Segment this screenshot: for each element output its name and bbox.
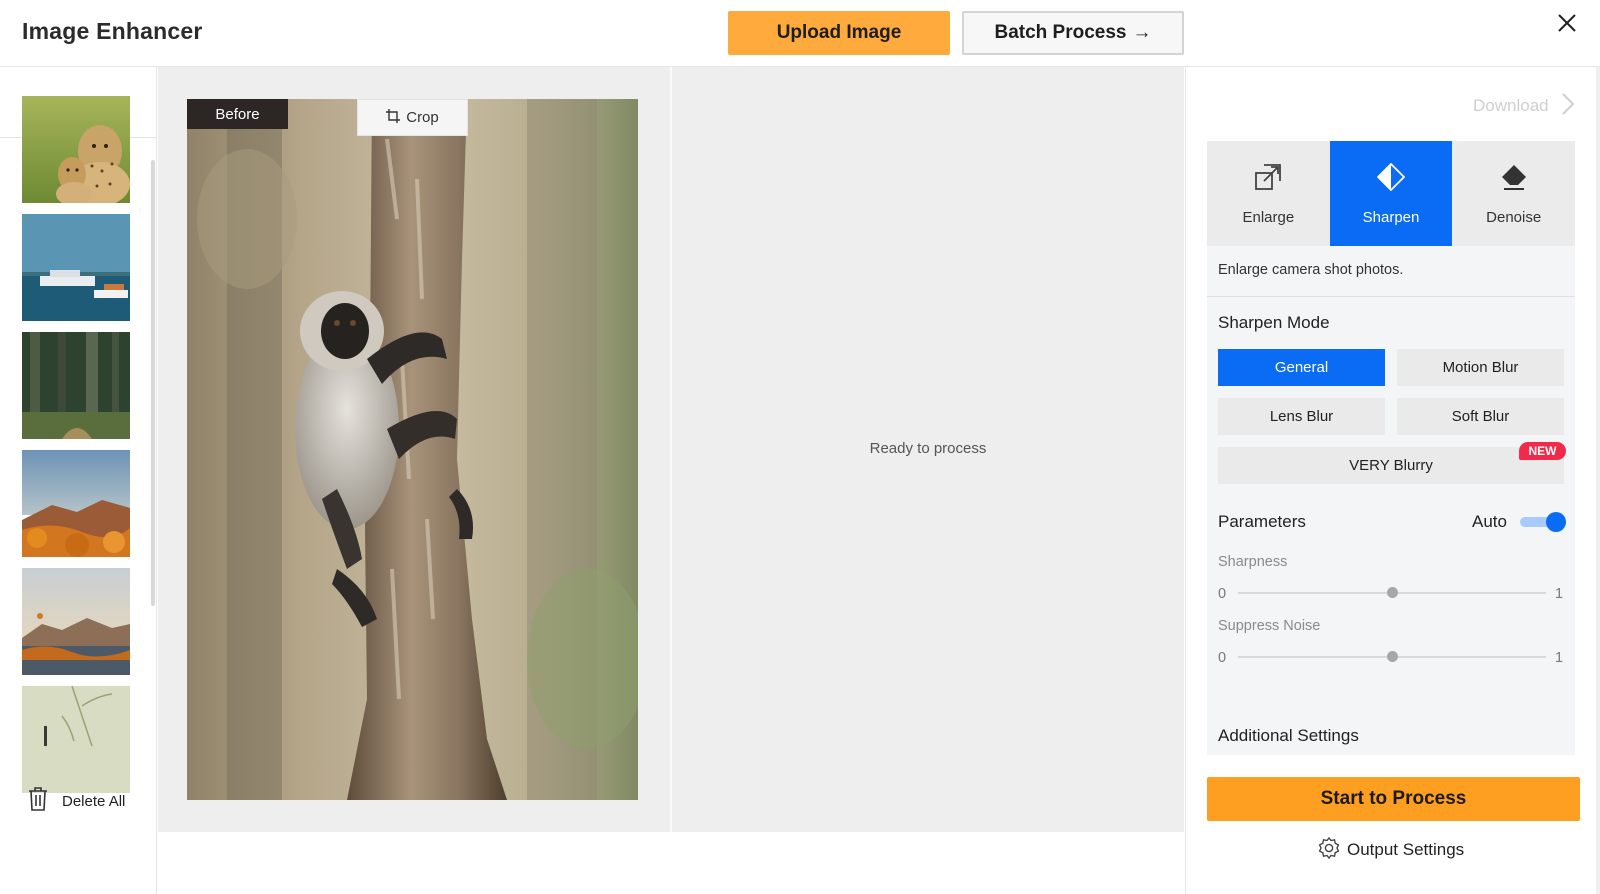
suppress-noise-label: Suppress Noise: [1218, 618, 1321, 634]
gear-icon: [1317, 836, 1341, 865]
tool-description: Enlarge camera shot photos.: [1218, 262, 1404, 278]
app-title: Image Enhancer: [22, 18, 203, 44]
history-thumbnail-desert[interactable]: [22, 450, 130, 557]
upload-image-button[interactable]: Upload Image: [728, 11, 950, 55]
sharpen-mode-title: Sharpen Mode: [1218, 313, 1330, 332]
chevron-right-icon: [1561, 92, 1575, 121]
sharpness-label: Sharpness: [1218, 554, 1288, 570]
batch-process-label: Batch Process: [994, 22, 1127, 43]
denoise-icon: [1500, 163, 1528, 195]
new-badge: NEW: [1519, 442, 1566, 460]
tab-denoise[interactable]: Denoise: [1452, 141, 1576, 246]
auto-label: Auto: [1472, 512, 1507, 531]
start-to-process-button[interactable]: Start to Process: [1207, 777, 1580, 821]
tab-sharpen-label: Sharpen: [1362, 209, 1420, 226]
history-thumbnail-forest[interactable]: [22, 332, 130, 439]
batch-process-button[interactable]: Batch Process →: [962, 11, 1184, 55]
sharpness-max: 1: [1555, 586, 1564, 602]
sharpen-icon: [1376, 162, 1406, 195]
suppress-noise-slider-thumb[interactable]: [1386, 651, 1398, 662]
history-thumbnail-cheetahs[interactable]: [22, 96, 130, 203]
tab-sharpen[interactable]: Sharpen: [1329, 141, 1453, 246]
parameters-title: Parameters: [1218, 512, 1306, 531]
arrow-right-icon: →: [1132, 22, 1152, 43]
suppress-noise-slider[interactable]: [1238, 650, 1546, 664]
additional-settings-title[interactable]: Additional Settings: [1218, 726, 1359, 746]
history-scrollbar[interactable]: [151, 160, 155, 606]
image-enhancer-app: Image Enhancer Upload Image Batch Proces…: [0, 0, 1600, 894]
trash-icon: [26, 786, 50, 816]
crop-label: Crop: [406, 109, 439, 126]
history-thumbnail-harbor[interactable]: [22, 214, 130, 321]
output-settings-button[interactable]: Output Settings: [1317, 836, 1465, 865]
tool-tabs: Enlarge Sharpen Denoise: [1207, 141, 1576, 246]
mode-very-blurry-button[interactable]: VERY Blurry: [1218, 447, 1564, 484]
panel-scrollbar[interactable]: [1596, 67, 1600, 894]
auto-toggle-knob: [1546, 512, 1566, 532]
sharpness-slider-thumb[interactable]: [1386, 587, 1398, 598]
ready-to-process-text: Ready to process: [869, 440, 987, 457]
auto-toggle[interactable]: [1520, 512, 1566, 532]
sharpness-slider[interactable]: [1238, 586, 1546, 600]
crop-button[interactable]: Crop: [357, 99, 468, 136]
history-thumbnail-list: [22, 96, 130, 811]
output-settings-label: Output Settings: [1347, 840, 1465, 859]
delete-all-button[interactable]: Delete All: [26, 786, 126, 816]
mode-lens-blur-button[interactable]: Lens Blur: [1218, 398, 1385, 435]
download-label: Download: [1473, 96, 1549, 115]
crop-icon: [386, 108, 401, 127]
mode-general-button[interactable]: General: [1218, 349, 1385, 386]
mode-motion-blur-button[interactable]: Motion Blur: [1397, 349, 1564, 386]
tab-denoise-label: Denoise: [1486, 209, 1542, 226]
start-to-process-label: Start to Process: [1320, 788, 1467, 809]
upload-image-label: Upload Image: [776, 22, 902, 43]
history-thumbnail-lake[interactable]: [22, 568, 130, 675]
suppress-noise-max: 1: [1555, 650, 1564, 666]
delete-all-label: Delete All: [62, 792, 126, 810]
enlarge-icon: [1254, 163, 1282, 195]
history-thumbnail-reeds[interactable]: [22, 686, 130, 793]
close-icon[interactable]: [1554, 10, 1580, 36]
tab-enlarge-label: Enlarge: [1242, 209, 1295, 226]
sharpness-min: 0: [1218, 586, 1227, 602]
preview-footer: [158, 832, 1184, 894]
download-button[interactable]: Download: [1473, 92, 1575, 120]
header: Image Enhancer Upload Image Batch Proces…: [0, 0, 1600, 67]
suppress-noise-min: 0: [1218, 650, 1227, 666]
section-divider: [1207, 296, 1575, 297]
mode-soft-blur-button[interactable]: Soft Blur: [1397, 398, 1564, 435]
before-label: Before: [187, 99, 288, 129]
before-image: [187, 99, 638, 800]
tab-enlarge[interactable]: Enlarge: [1207, 141, 1330, 246]
